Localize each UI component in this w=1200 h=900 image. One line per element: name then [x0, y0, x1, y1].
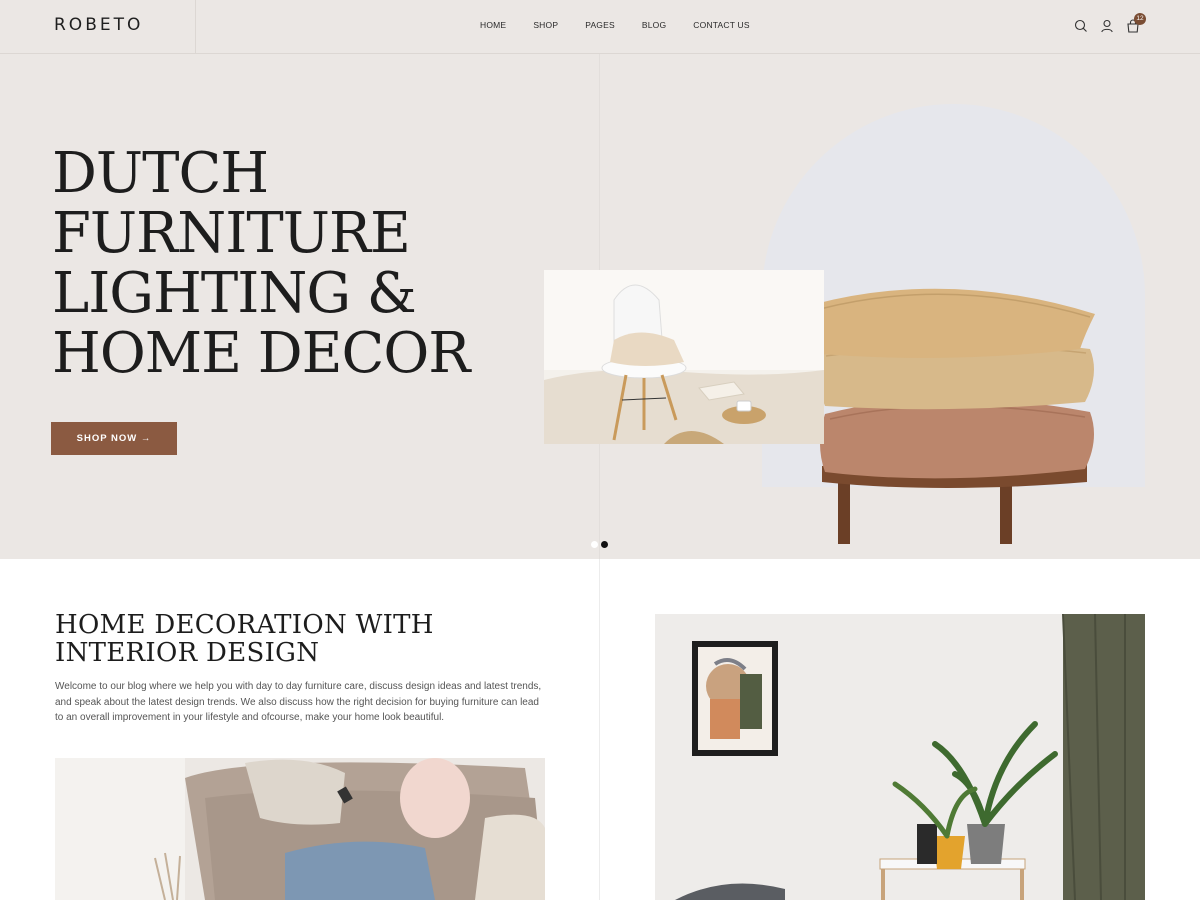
chair-photo — [544, 270, 824, 444]
sofa-illustration — [55, 758, 545, 900]
about-body: Welcome to our blog where we help you wi… — [55, 681, 542, 723]
nav-pages[interactable]: PAGES — [585, 20, 615, 30]
about-title-line: HOME DECORATION WITH — [55, 610, 434, 640]
site-header: ROBETO HOME SHOP PAGES BLOG CONTACT US 1… — [0, 0, 1200, 54]
user-icon[interactable] — [1099, 18, 1115, 34]
header-icons: 12 — [1073, 13, 1146, 34]
logo-cell: ROBETO — [0, 0, 196, 54]
about-title: HOME DECORATION WITH INTERIOR DESIGN — [55, 611, 434, 667]
pillows-stool-image — [813, 288, 1095, 544]
hero-title-line: LIGHTING & — [52, 261, 417, 326]
chair-illustration — [544, 270, 824, 444]
slider-dot-1[interactable] — [591, 541, 598, 548]
about-section: HOME DECORATION WITH INTERIOR DESIGN Wel… — [0, 559, 1200, 900]
site-logo[interactable]: ROBETO — [54, 15, 143, 35]
shop-now-button[interactable]: SHOP NOW → — [51, 422, 177, 455]
cart-icon[interactable]: 12 — [1125, 13, 1146, 34]
about-title-line: INTERIOR DESIGN — [55, 638, 320, 668]
hero-title-line: FURNITURE — [52, 201, 411, 266]
nav-blog[interactable]: BLOG — [642, 20, 666, 30]
slider-dot-2[interactable] — [601, 541, 608, 548]
main-nav: HOME SHOP PAGES BLOG CONTACT US — [480, 20, 750, 30]
room-illustration — [655, 614, 1145, 900]
grid-divider — [599, 559, 600, 900]
hero-title-line: HOME DECOR — [52, 321, 470, 386]
cart-count-badge: 12 — [1134, 13, 1146, 25]
search-icon[interactable] — [1073, 18, 1089, 34]
slider-dots — [591, 541, 608, 548]
nav-shop[interactable]: SHOP — [533, 20, 558, 30]
hero-section: DUTCH FURNITURE LIGHTING & HOME DECOR SH… — [0, 54, 1200, 559]
nav-contact-us[interactable]: CONTACT US — [693, 20, 749, 30]
sofa-photo — [55, 758, 545, 900]
hero-title: DUTCH FURNITURE LIGHTING & HOME DECOR — [52, 141, 470, 386]
hero-title-line: DUTCH — [52, 141, 269, 206]
room-photo — [655, 614, 1145, 900]
nav-home[interactable]: HOME — [480, 20, 506, 30]
